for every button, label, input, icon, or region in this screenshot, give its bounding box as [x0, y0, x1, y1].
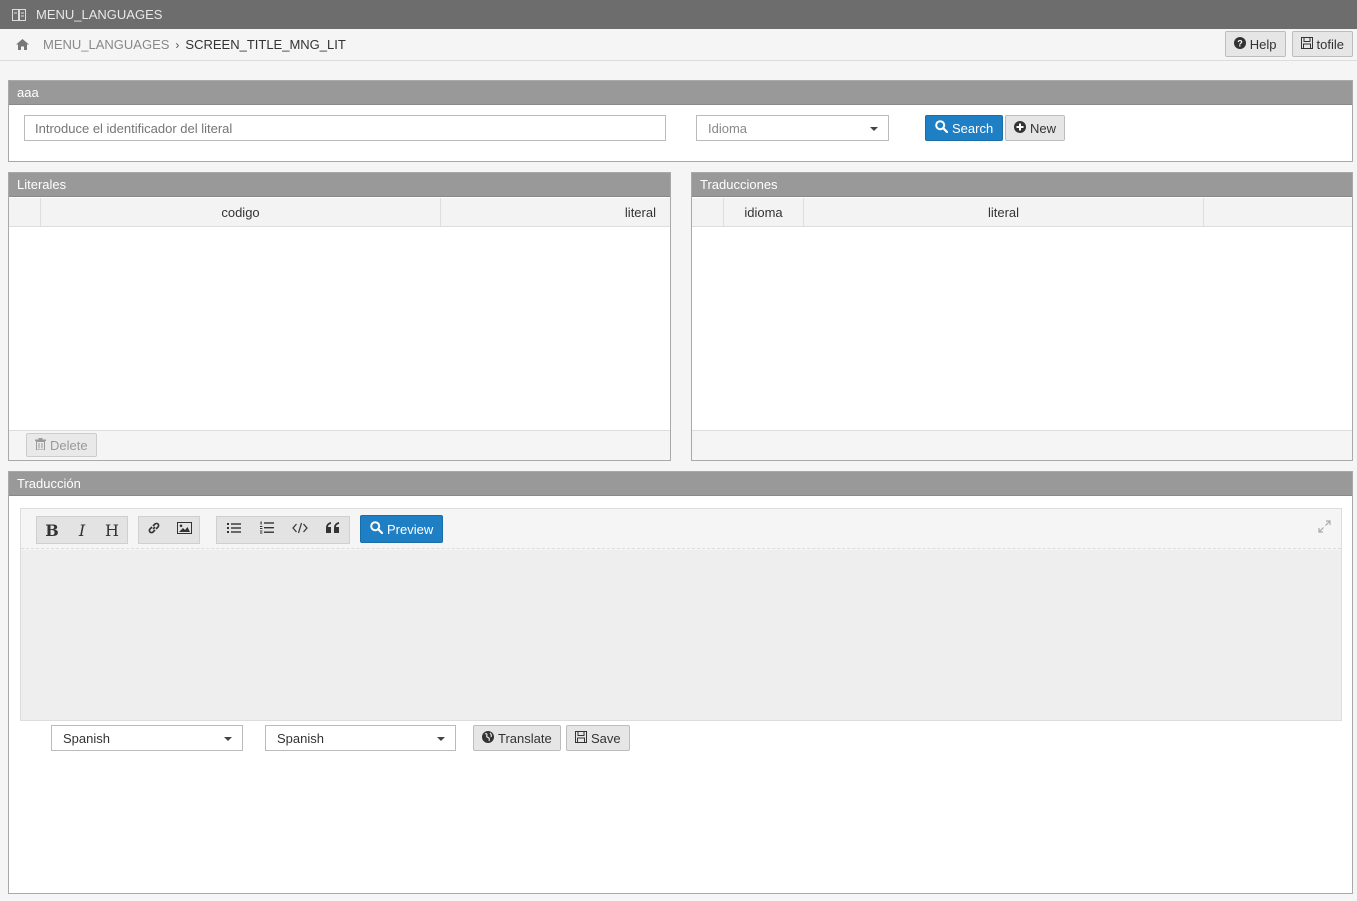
link-icon	[147, 521, 161, 540]
literal-identifier-input[interactable]	[24, 115, 666, 141]
save-button[interactable]: Save	[566, 725, 630, 751]
target-language-value: Spanish	[277, 730, 324, 746]
language-select-value: Idioma	[708, 120, 748, 136]
traducciones-column-literal[interactable]: literal	[803, 198, 1203, 226]
unordered-list-button[interactable]	[217, 517, 250, 543]
code-button[interactable]	[283, 517, 316, 543]
traducciones-filler-column	[1203, 198, 1352, 226]
traduccion-panel-header: Traducción	[9, 472, 1352, 496]
question-circle-icon: ?	[1233, 36, 1246, 52]
new-button[interactable]: New	[1005, 115, 1066, 141]
breadcrumb-item-menu-languages[interactable]: MENU_LANGUAGES	[43, 37, 169, 52]
list-ul-icon	[226, 521, 241, 539]
translate-label: Translate	[498, 730, 552, 746]
tofile-label: tofile	[1316, 36, 1344, 52]
search-icon	[370, 521, 384, 537]
traducciones-panel-header: Traducciones	[692, 173, 1352, 197]
ordered-list-button[interactable]	[250, 517, 283, 543]
insert-tool-group	[138, 516, 200, 544]
literales-column-codigo-label: codigo	[221, 204, 260, 220]
traduccion-panel: Traducción B I H Preview Spanish Spanish…	[8, 471, 1353, 894]
traducciones-column-idioma[interactable]: idioma	[723, 198, 803, 226]
breadcrumb: MENU_LANGUAGES › SCREEN_TITLE_MNG_LIT ? …	[0, 29, 1357, 61]
delete-button[interactable]: Delete	[26, 433, 97, 457]
search-panel-title: aaa	[17, 85, 39, 100]
code-icon	[291, 521, 308, 539]
format-tool-group: B I H	[36, 516, 128, 544]
help-label: Help	[1249, 36, 1277, 52]
floppy-disk-icon	[1300, 36, 1313, 52]
literales-panel: Literales codigo literal Delete	[8, 172, 671, 461]
breadcrumb-current: SCREEN_TITLE_MNG_LIT	[185, 37, 346, 52]
language-select[interactable]: Idioma	[696, 115, 889, 141]
new-label: New	[1030, 120, 1057, 136]
link-button[interactable]	[139, 517, 169, 543]
literales-grid-footer: Delete	[9, 430, 670, 460]
search-label: Search	[952, 120, 994, 136]
source-language-select[interactable]: Spanish	[51, 725, 243, 751]
literales-grid-body	[9, 227, 670, 430]
image-button[interactable]	[169, 517, 199, 543]
globe-icon	[482, 730, 494, 746]
bold-label: B	[45, 520, 59, 540]
app-title-bar: MENU_LANGUAGES	[0, 0, 1357, 29]
list-ol-icon	[259, 521, 274, 539]
delete-label: Delete	[50, 437, 88, 453]
traducciones-grid-header: idioma literal	[692, 198, 1352, 227]
traducciones-panel-title: Traducciones	[700, 177, 778, 192]
breadcrumb-separator: ›	[175, 37, 180, 52]
preview-label: Preview	[387, 521, 434, 537]
traducciones-grid-body	[692, 227, 1352, 430]
search-icon	[935, 120, 949, 136]
translation-editor-textarea[interactable]	[21, 550, 1341, 720]
literales-panel-title: Literales	[17, 177, 67, 192]
save-label: Save	[591, 730, 621, 746]
traducciones-row-selector-column	[692, 198, 723, 226]
heading-label: H	[105, 520, 119, 540]
literales-grid-header: codigo literal	[9, 198, 670, 227]
search-panel-header: aaa	[9, 81, 1352, 105]
traducciones-grid-footer	[692, 430, 1352, 460]
tofile-button[interactable]: tofile	[1291, 31, 1353, 57]
language-book-icon	[12, 8, 26, 21]
caret-down-icon	[870, 127, 878, 131]
traducciones-panel: Traducciones idioma literal	[691, 172, 1353, 461]
italic-label: I	[78, 520, 86, 540]
image-icon	[176, 521, 192, 539]
search-panel: aaa Idioma Search New	[8, 80, 1353, 162]
trash-icon	[35, 437, 46, 453]
header-actions: ? Help tofile	[1224, 31, 1353, 57]
svg-text:?: ?	[1237, 38, 1243, 48]
translate-button[interactable]: Translate	[473, 725, 561, 751]
editor-toolbar: B I H Preview	[21, 509, 1341, 549]
floppy-disk-icon	[575, 730, 587, 746]
traducciones-column-idioma-label: idioma	[744, 204, 783, 220]
traducciones-column-literal-label: literal	[987, 204, 1020, 220]
preview-button[interactable]: Preview	[360, 515, 444, 543]
plus-circle-icon	[1014, 120, 1026, 136]
caret-down-icon	[224, 737, 232, 741]
literales-panel-header: Literales	[9, 173, 670, 197]
target-language-select[interactable]: Spanish	[265, 725, 456, 751]
markdown-editor: B I H Preview	[20, 508, 1342, 721]
home-icon[interactable]	[16, 39, 29, 50]
quote-icon	[325, 521, 340, 539]
help-button[interactable]: ? Help	[1224, 31, 1286, 57]
block-tool-group	[216, 516, 350, 544]
italic-button[interactable]: I	[67, 517, 97, 543]
bold-button[interactable]: B	[37, 517, 67, 543]
source-language-value: Spanish	[63, 730, 110, 746]
app-title: MENU_LANGUAGES	[36, 7, 163, 22]
literales-column-literal[interactable]: literal	[440, 198, 670, 226]
quote-button[interactable]	[316, 517, 349, 543]
literales-column-codigo[interactable]: codigo	[40, 198, 440, 226]
heading-button[interactable]: H	[97, 517, 127, 543]
literales-column-literal-label: literal	[624, 204, 656, 220]
literales-row-selector-column	[9, 198, 40, 226]
fullscreen-expand-icon[interactable]	[1318, 520, 1331, 533]
search-button[interactable]: Search	[925, 115, 1004, 141]
traduccion-panel-title: Traducción	[17, 476, 81, 491]
caret-down-icon	[437, 737, 445, 741]
